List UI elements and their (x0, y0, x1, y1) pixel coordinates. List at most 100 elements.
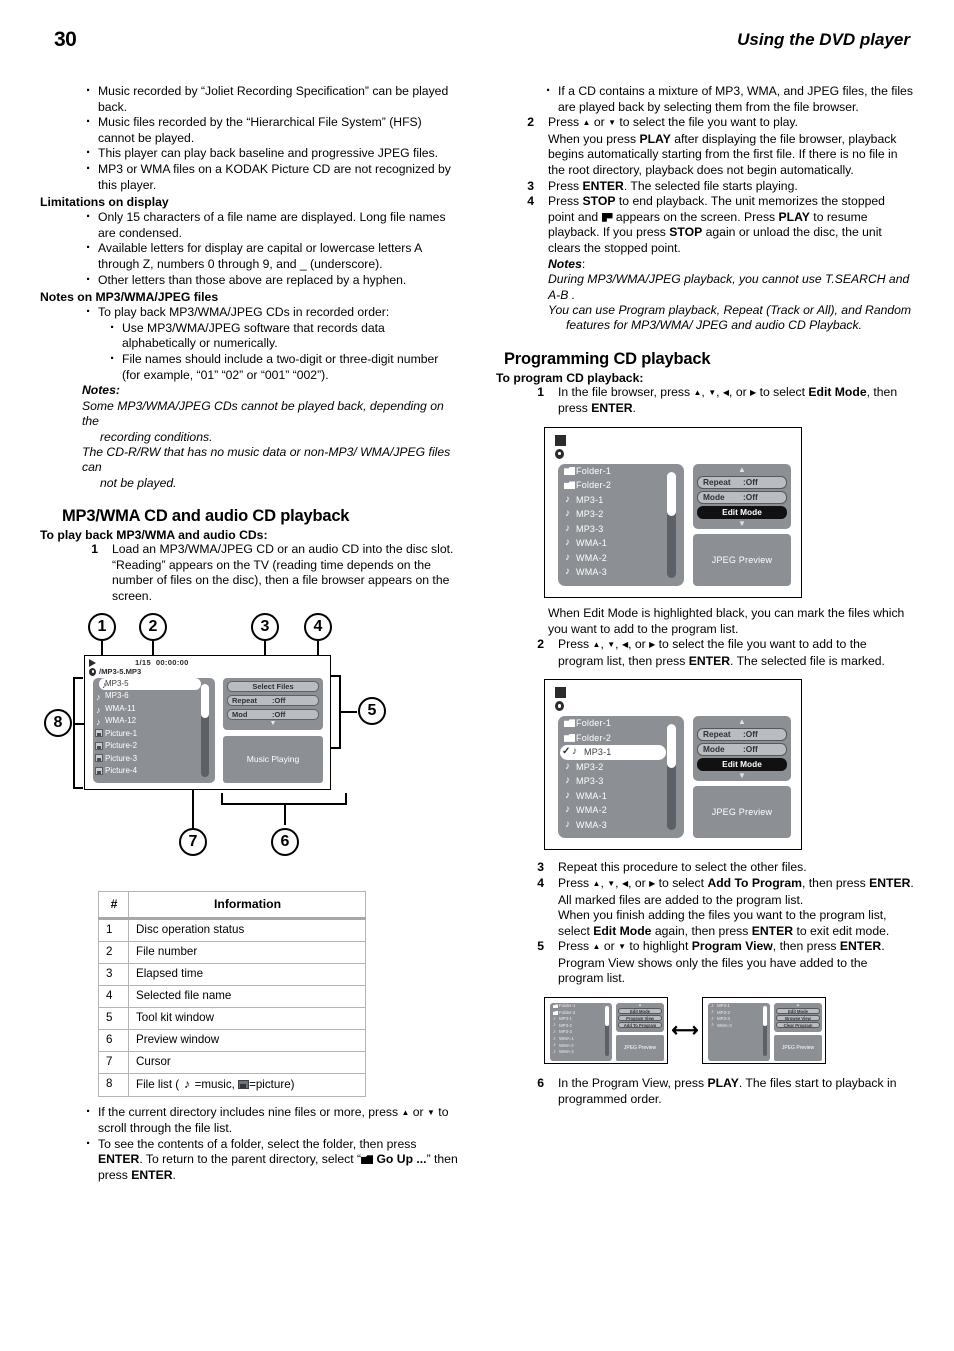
list-item: ♪ MP3-3 (558, 522, 684, 537)
procedure-heading: To play back MP3/WMA and audio CDs: (40, 528, 268, 543)
file-label: MP3-1 (717, 1003, 730, 1009)
arrow-down-icon (618, 939, 626, 953)
step-f: . (632, 401, 636, 416)
preview-text: JPEG Preview (711, 554, 773, 565)
file-label: WMA-1 (559, 1036, 574, 1042)
row-number: 8 (98, 1072, 129, 1097)
step-continuation: When you finish adding the files you wan… (558, 908, 914, 939)
file-list[interactable]: Folder-1 Folder-2 ♪ MP3-1 ♪ MP3-2 ♪ MP3-3 ♪… (550, 1003, 612, 1062)
arrow-up-icon (593, 876, 601, 890)
step-number: 6 (537, 1076, 544, 1091)
list-item: ♪ WMA-1 (558, 536, 684, 551)
chevron-up-icon[interactable]: ▲ (616, 1003, 664, 1007)
repeat-button[interactable]: Repeat :Off (227, 694, 319, 706)
file-label: WMA-3 (559, 1049, 574, 1055)
repeat-button[interactable]: Repeat:Off (697, 728, 787, 742)
elapsed-time: 00:00:00 (155, 657, 189, 667)
browse-view-button[interactable]: Browse View (776, 1015, 820, 1022)
file-number-and-time: 1/15 00:00:00 (135, 658, 189, 667)
scrollbar[interactable] (667, 724, 676, 831)
tool-kit-window[interactable]: Select Files Repeat :Off Mod :Off ▼ (223, 677, 323, 730)
scrollbar[interactable] (667, 471, 676, 578)
tool-kit-window[interactable]: ▲ Edit Mode Program View Add To Program (616, 1003, 664, 1033)
folder-icon (564, 733, 575, 742)
scrollbar-thumb[interactable] (667, 724, 676, 769)
repeat-label: Repeat (703, 729, 731, 740)
scrollbar[interactable] (605, 1006, 609, 1057)
callout-6: 6 (271, 827, 299, 856)
note-indent: features for MP3/WMA/ JPEG and audio CD … (566, 318, 863, 333)
file-list[interactable]: ♪ MP3-5 ♪ MP3-6 ♪ WMA-11 ♪ WMA-12 Picture-1 … (93, 677, 215, 783)
file-list[interactable]: Folder-1 Folder-2 ✓ ♪ MP3-1 ♪ MP3-2 ♪ MP3-3 … (558, 716, 684, 839)
file-label: WMA-3 (717, 1022, 732, 1028)
edit-mode-button[interactable]: Edit Mode (697, 505, 787, 519)
left-column: Music recorded by “Joliet Recording Spec… (40, 83, 460, 1183)
list-item: ♪ WMA-11 (93, 703, 215, 716)
list-item: ♪ WMA-2 (550, 1042, 612, 1050)
music-note-icon: ♪ (565, 804, 571, 816)
step: 1 Load an MP3/WMA/JPEG CD or an audio CD… (82, 542, 460, 604)
tool-kit-window[interactable]: ▲ Edit Mode Browse View Clear Program (774, 1003, 822, 1033)
enter-key-label: ENTER (839, 939, 882, 954)
sep: , or (729, 384, 751, 399)
table-row: 8 File list ( ♪ =music, =picture) (98, 1072, 366, 1097)
procedure-heading: To program CD playback: (496, 370, 644, 385)
chevron-down-icon[interactable]: ▼ (223, 720, 323, 727)
mode-button[interactable]: Mode:Off (697, 743, 787, 757)
edit-mode-button[interactable]: Edit Mode (776, 1008, 820, 1015)
chevron-down-icon[interactable]: ▼ (693, 519, 791, 528)
edit-mode-button[interactable]: Edit Mode (618, 1008, 662, 1015)
file-label: MP3-3 (576, 523, 604, 534)
repeat-button[interactable]: Repeat:Off (697, 475, 787, 489)
clear-program-button[interactable]: Clear Program (776, 1022, 820, 1029)
step-number: 3 (537, 860, 544, 875)
tool-kit-window[interactable]: ▲ Repeat:Off Mode:Off Edit Mode ▼ (693, 463, 791, 529)
file-list[interactable]: Folder-1 Folder-2 ♪ MP3-1 ♪ MP3-2 ♪ MP3-3 ♪… (558, 463, 684, 586)
scrollbar-thumb[interactable] (605, 1006, 609, 1027)
section-title: Programming CD playback (504, 349, 711, 368)
scrollbar-thumb[interactable] (763, 1006, 767, 1027)
mod-button[interactable]: Mod :Off (227, 708, 319, 720)
step-number: 4 (527, 194, 534, 209)
arrow-down-icon (608, 115, 616, 129)
list-item: ♪ MP3-2 (708, 1009, 770, 1017)
chevron-down-icon[interactable]: ▼ (693, 771, 791, 780)
stop-key-label: STOP (582, 194, 616, 209)
scrollbar[interactable] (201, 683, 209, 777)
list-item: ♪ WMA-3 (550, 1049, 612, 1056)
file-browser-callout-diagram: 1 2 3 4 5 6 7 8 1/15 00:00:00 /MP3-5.MP3… (40, 612, 460, 875)
picture-icon (95, 766, 103, 775)
list-item: ♪ MP3-1 (558, 493, 684, 508)
step-mid: or (590, 115, 609, 130)
arrow-up-icon (593, 637, 601, 651)
file-label: MP3-3 (717, 1016, 730, 1022)
music-note-icon: ♪ (711, 1002, 714, 1009)
chevron-up-icon[interactable]: ▲ (693, 717, 791, 726)
tool-kit-window[interactable]: ▲ Repeat:Off Mode:Off Edit Mode ▼ (693, 716, 791, 782)
note-indent: recording conditions. (100, 429, 213, 444)
add-to-program-button[interactable]: Add To Program (618, 1022, 662, 1029)
table-row: 5 Tool kit window (98, 1006, 366, 1030)
file-list[interactable]: ♪ MP3-1 ♪ MP3-2 ♪ MP3-3 ♪ WMA-3 (708, 1002, 770, 1062)
step-c: to highlight (626, 939, 692, 954)
folder-icon (564, 466, 575, 475)
row-info: Disc operation status (128, 917, 366, 942)
scrollbar-thumb[interactable] (667, 471, 676, 516)
step-number: 4 (537, 875, 544, 890)
arrow-down-icon (607, 637, 615, 651)
callout-8: 8 (44, 708, 72, 737)
chevron-up-icon[interactable]: ▲ (774, 1003, 822, 1007)
chevron-up-icon[interactable]: ▲ (693, 465, 791, 474)
scrollbar[interactable] (763, 1006, 767, 1057)
program-view-button[interactable]: Program View (618, 1015, 662, 1022)
select-files-button[interactable]: Select Files (227, 680, 319, 692)
program-view-comparison: Folder-1 Folder-2 ♪ MP3-1 ♪ MP3-2 ♪ MP3-3 ♪… (544, 997, 914, 1065)
mode-button[interactable]: Mode:Off (697, 490, 787, 504)
list-item: File names should include a two-digit or… (106, 351, 460, 383)
file-label: MP3-2 (559, 1022, 572, 1028)
mini-screen-browse-view: Folder-1 Folder-2 ♪ MP3-1 ♪ MP3-2 ♪ MP3-3 ♪… (544, 997, 668, 1065)
note-main: You can use Program playback, Repeat (Tr… (548, 302, 912, 317)
scrollbar-thumb[interactable] (201, 683, 209, 718)
preview-text: Music Playing (246, 754, 300, 764)
edit-mode-button[interactable]: Edit Mode (697, 758, 787, 772)
